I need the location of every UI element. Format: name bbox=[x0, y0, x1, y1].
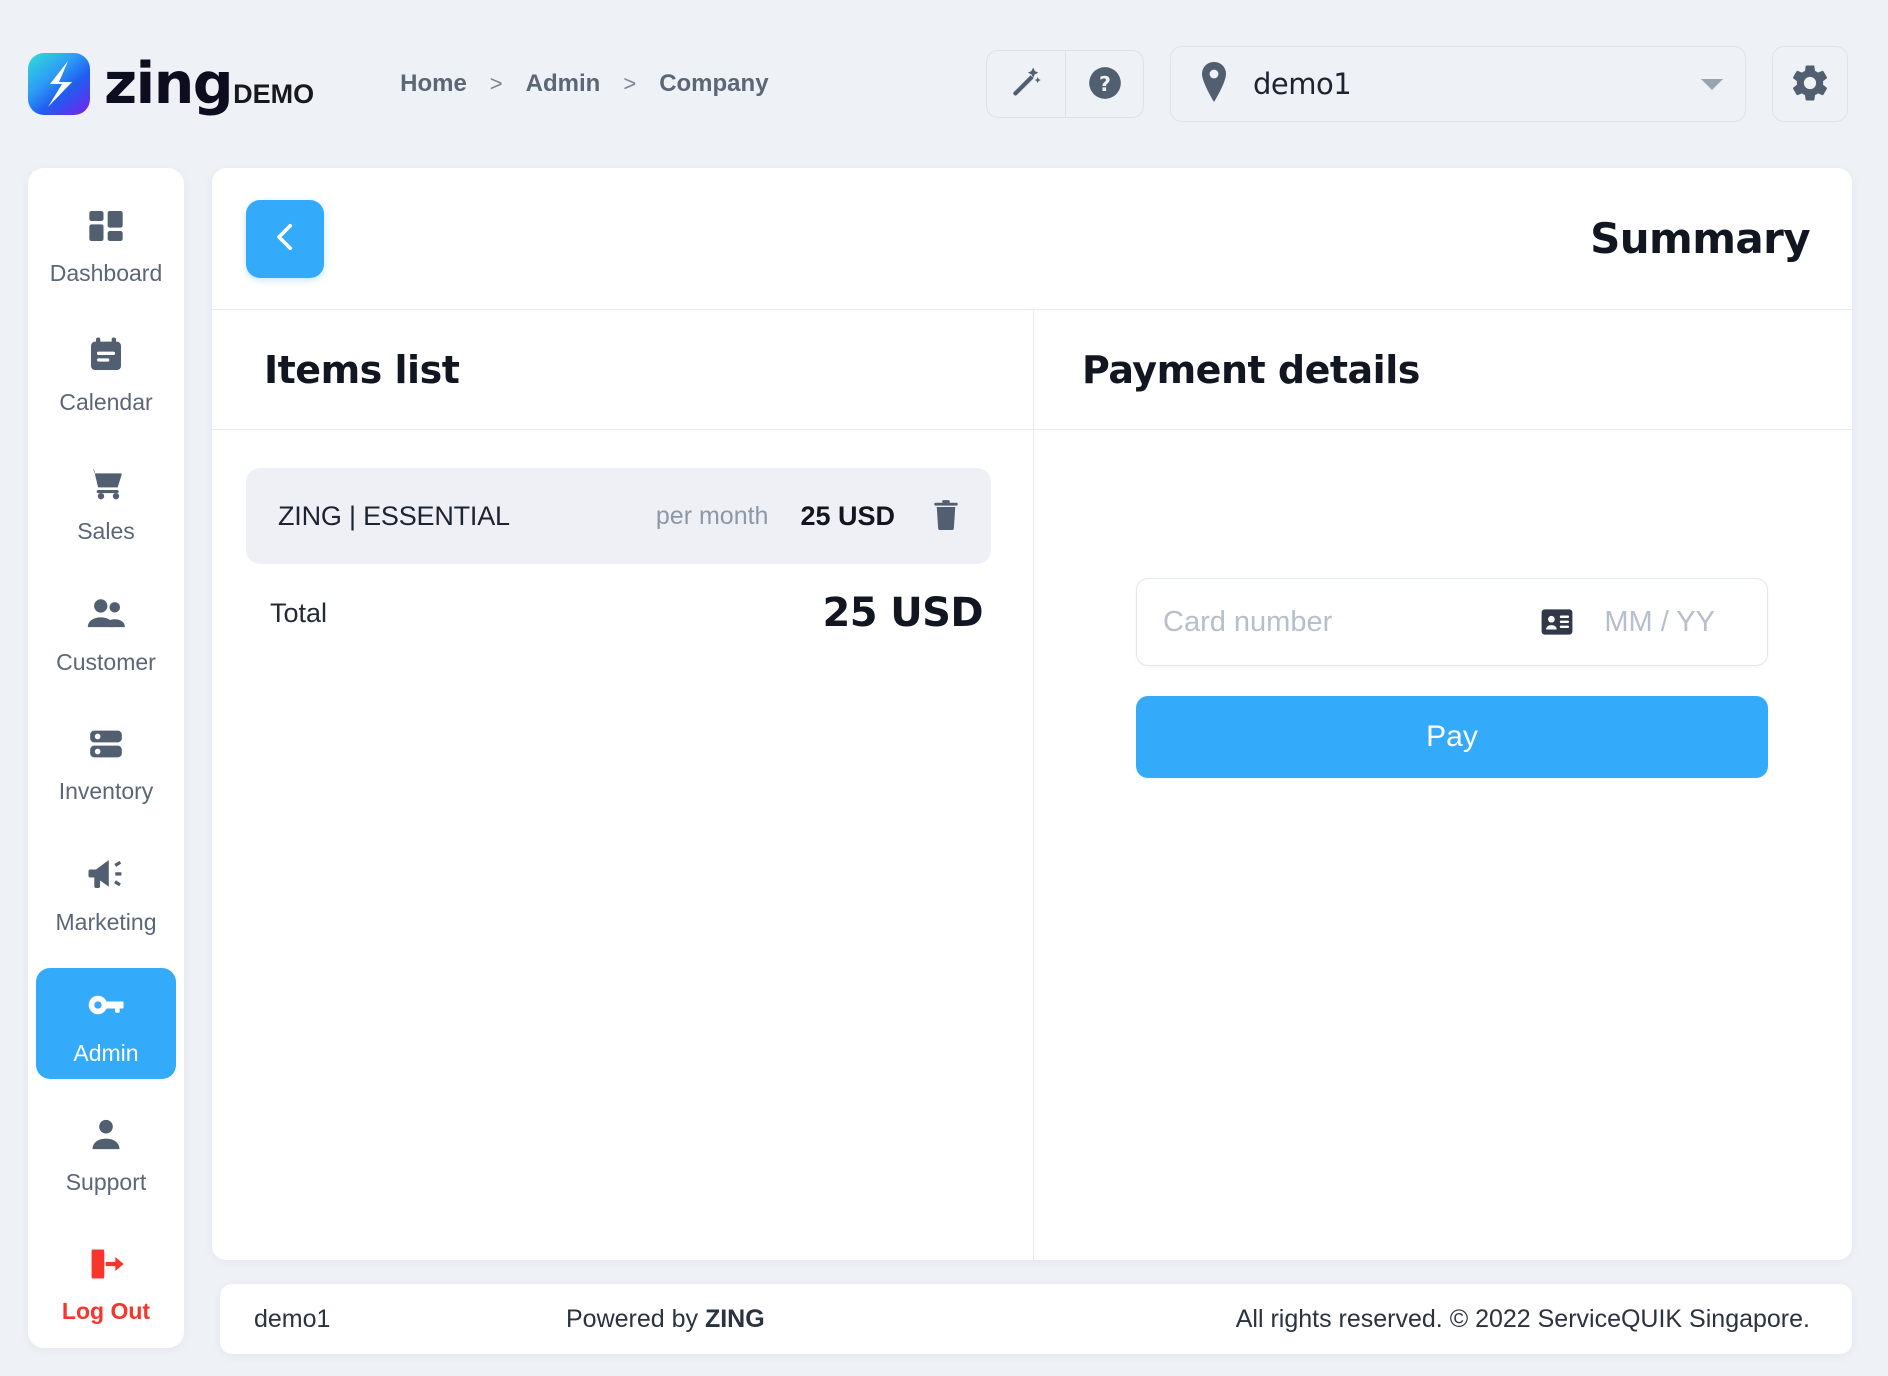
brand-logo[interactable]: zing DEMO bbox=[28, 53, 314, 115]
trash-icon bbox=[931, 498, 961, 535]
footer-tenant: demo1 bbox=[254, 1304, 331, 1333]
sidebar-item-label: Admin bbox=[73, 1040, 139, 1066]
footer-copyright: All rights reserved. © 2022 ServiceQUIK … bbox=[1235, 1304, 1810, 1333]
breadcrumb-item-home[interactable]: Home bbox=[400, 70, 467, 98]
brand-name: zing bbox=[104, 50, 234, 117]
footer: demo1 Powered by ZING All rights reserve… bbox=[220, 1284, 1852, 1354]
breadcrumb-item-company[interactable]: Company bbox=[659, 70, 768, 98]
app-root: zing DEMO Home > Admin > Company ? demo1… bbox=[0, 0, 1888, 1376]
footer-powered-brand: ZING bbox=[704, 1304, 765, 1333]
sidebar: Dashboard Calendar Sales Customer Invent… bbox=[28, 168, 184, 1348]
dashboard-grid-icon bbox=[86, 206, 126, 251]
sidebar-item-dashboard[interactable]: Dashboard bbox=[36, 190, 176, 299]
payment-pane-header: Payment details bbox=[1034, 310, 1852, 430]
summary-card-header: Summary bbox=[212, 168, 1852, 310]
back-button[interactable] bbox=[246, 199, 324, 278]
sidebar-item-label: Inventory bbox=[58, 778, 154, 804]
card-input-group[interactable]: Card number MM / YY bbox=[1136, 578, 1768, 666]
delete-item-button[interactable] bbox=[925, 492, 967, 541]
pay-button[interactable]: Pay bbox=[1136, 696, 1768, 778]
footer-powered-by: Powered by ZING bbox=[566, 1305, 765, 1334]
item-period: per month bbox=[655, 501, 769, 530]
sidebar-item-sales[interactable]: Sales bbox=[36, 448, 176, 557]
gear-icon bbox=[1789, 62, 1831, 107]
item-price: 25 USD bbox=[800, 500, 895, 531]
server-stack-icon bbox=[86, 724, 126, 769]
breadcrumb: Home > Admin > Company bbox=[400, 70, 768, 98]
top-bar-actions: ? demo1 bbox=[986, 46, 1848, 122]
people-icon bbox=[85, 593, 127, 640]
chevron-left-icon bbox=[267, 219, 303, 258]
sidebar-item-label: Support bbox=[65, 1169, 147, 1195]
footer-wrap: demo1 Powered by ZING All rights reserve… bbox=[0, 1260, 1888, 1376]
summary-card: Summary Items list ZING | ESSENTIAL per … bbox=[212, 168, 1852, 1260]
calendar-icon bbox=[86, 335, 126, 380]
total-row: Total 25 USD bbox=[246, 578, 991, 636]
sidebar-item-label: Calendar bbox=[59, 389, 153, 415]
sidebar-item-calendar[interactable]: Calendar bbox=[36, 319, 176, 428]
breadcrumb-item-admin[interactable]: Admin bbox=[526, 70, 601, 98]
sidebar-item-label: Marketing bbox=[55, 909, 157, 935]
items-list-title: Items list bbox=[264, 347, 460, 392]
shopping-cart-icon bbox=[86, 464, 126, 509]
key-icon bbox=[85, 984, 127, 1031]
svg-text:?: ? bbox=[1099, 71, 1111, 95]
total-value: 25 USD bbox=[822, 590, 984, 636]
payment-pane: Payment details Card number MM / YY Pay bbox=[1034, 310, 1852, 1260]
page-title: Summary bbox=[1590, 214, 1811, 263]
sidebar-item-label: Sales bbox=[77, 518, 135, 544]
card-number-input[interactable]: Card number bbox=[1163, 606, 1332, 639]
brand-wordmark: zing DEMO bbox=[104, 50, 315, 117]
breadcrumb-separator: > bbox=[489, 71, 503, 96]
zing-bolt-logo-icon bbox=[28, 53, 90, 115]
body-row: Dashboard Calendar Sales Customer Invent… bbox=[0, 168, 1888, 1348]
sidebar-item-marketing[interactable]: Marketing bbox=[36, 837, 176, 948]
help-button[interactable]: ? bbox=[1065, 51, 1143, 117]
top-bar: zing DEMO Home > Admin > Company ? demo1 bbox=[0, 0, 1888, 168]
card-id-icon bbox=[1540, 608, 1574, 636]
magic-wand-icon bbox=[1007, 64, 1045, 105]
footer-powered-prefix: Powered by bbox=[565, 1304, 705, 1333]
items-pane: Items list ZING | ESSENTIAL per month 25… bbox=[212, 310, 1034, 1260]
help-circle-icon: ? bbox=[1086, 64, 1124, 105]
sidebar-item-label: Customer bbox=[56, 649, 156, 675]
brand-suffix: DEMO bbox=[233, 78, 315, 109]
sidebar-item-label: Dashboard bbox=[49, 260, 163, 286]
sidebar-item-support[interactable]: Support bbox=[36, 1099, 176, 1208]
location-value: demo1 bbox=[1253, 67, 1352, 101]
sidebar-item-admin[interactable]: Admin bbox=[36, 968, 176, 1079]
location-select[interactable]: demo1 bbox=[1170, 46, 1746, 122]
tool-button-group: ? bbox=[986, 50, 1144, 118]
chevron-down-icon bbox=[1701, 78, 1723, 90]
person-icon bbox=[86, 1115, 126, 1160]
card-expiry-input[interactable]: MM / YY bbox=[1604, 606, 1715, 639]
items-pane-header: Items list bbox=[212, 310, 1033, 430]
panes: Items list ZING | ESSENTIAL per month 25… bbox=[212, 310, 1852, 1260]
location-pin-icon bbox=[1197, 61, 1231, 107]
breadcrumb-separator: > bbox=[623, 71, 637, 96]
settings-button[interactable] bbox=[1772, 46, 1848, 122]
magic-wand-button[interactable] bbox=[987, 51, 1065, 117]
total-label: Total bbox=[270, 597, 328, 628]
payment-details-title: Payment details bbox=[1082, 347, 1420, 392]
megaphone-icon bbox=[85, 853, 127, 900]
items-pane-body: ZING | ESSENTIAL per month 25 USD Total … bbox=[212, 430, 1033, 1260]
table-row: ZING | ESSENTIAL per month 25 USD bbox=[246, 468, 991, 564]
main-column: Summary Items list ZING | ESSENTIAL per … bbox=[212, 168, 1852, 1260]
payment-pane-body: Card number MM / YY Pay bbox=[1034, 430, 1852, 1260]
item-name: ZING | ESSENTIAL bbox=[278, 500, 510, 531]
sidebar-item-customer[interactable]: Customer bbox=[36, 577, 176, 688]
sidebar-item-inventory[interactable]: Inventory bbox=[36, 708, 176, 817]
